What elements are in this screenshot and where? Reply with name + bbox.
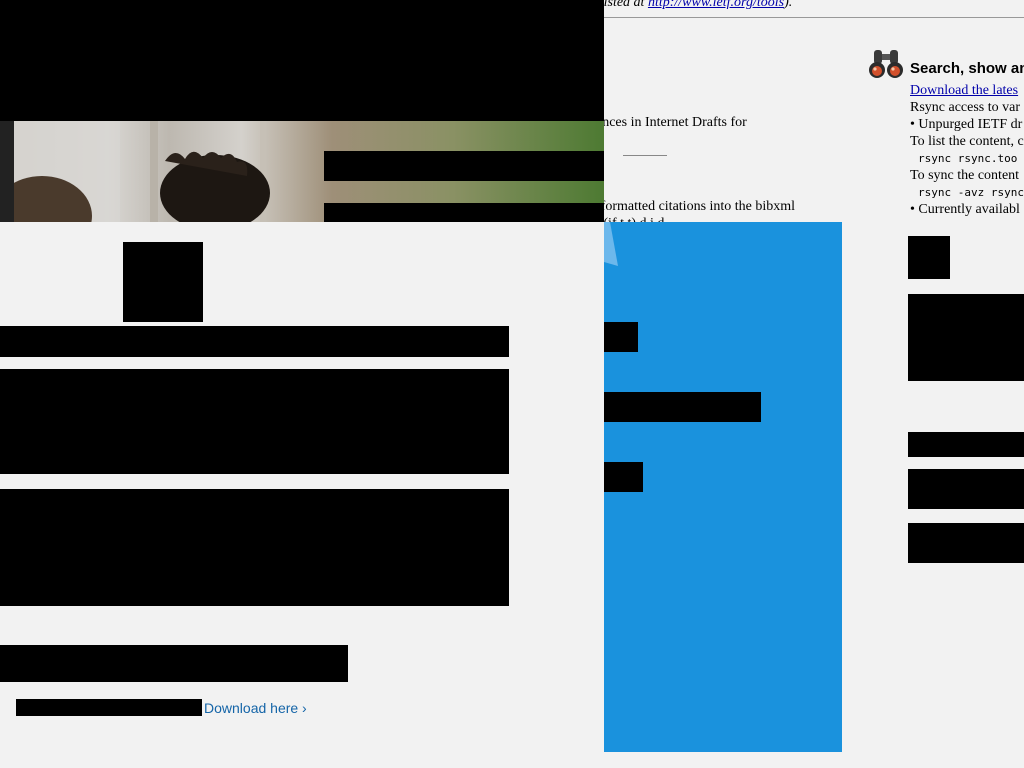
rsync-intro: Rsync access to var [910,100,1021,115]
download-row: Download here › [16,699,307,717]
redacted-block [604,462,643,492]
search-heading: Search, show an [910,60,1024,77]
redacted-block [0,326,509,357]
redacted-block [0,369,509,474]
redacted-block [908,469,1024,509]
redacted-block [604,322,638,352]
sync-command: rsync -avz rsync [918,186,1024,199]
redacted-block [908,294,1024,381]
body-text-line-3: -formatted citations into the bibxml [596,199,796,214]
redacted-block [324,203,604,222]
list-command: rsync rsync.too [918,152,1018,165]
top-divider [590,17,1024,18]
short-divider [623,155,667,156]
available-bullet: • Currently availabl [910,202,1020,217]
redacted-block [908,432,1024,457]
redacted-block [908,523,1024,563]
overlay-header [0,0,604,121]
download-latest-link[interactable]: Download the lates [910,83,1018,98]
binoculars-icon [869,50,903,78]
search-sidebar: Search, show an Download the lates Rsync… [910,60,1024,218]
download-here-link[interactable]: Download here › [204,700,307,716]
redacted-block [0,645,348,682]
panel-highlight [604,222,618,266]
redacted-block [0,489,509,606]
redacted-text [16,699,202,716]
tools-link[interactable]: http://www.ietf.org/tools [648,0,784,10]
tools-list-note-suffix: ). [784,0,793,10]
tools-list-note: e listed at http://www.ietf.org/tools). [590,0,792,11]
list-intro: To list the content, c [910,134,1024,149]
redacted-block [324,151,604,181]
hero-photo [0,121,604,222]
body-text-line-1: ences in Internet Drafts for [596,115,747,130]
screen: e listed at http://www.ietf.org/tools). … [0,0,1024,768]
sync-intro: To sync the content [910,168,1020,183]
redacted-avatar [123,242,203,322]
redacted-block [604,392,761,422]
redacted-block [908,236,950,279]
unpurged-bullet: • Unpurged IETF dr [910,117,1023,132]
